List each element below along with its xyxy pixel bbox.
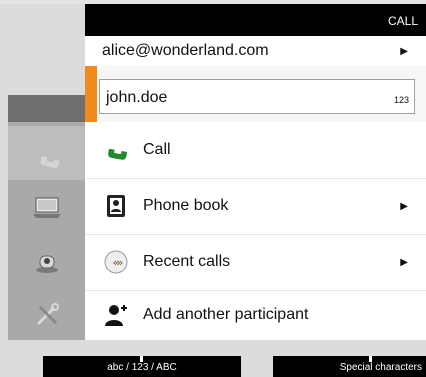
call-handset-icon [101, 135, 131, 165]
menu-item-recent-calls[interactable]: «» Recent calls ▶ [85, 234, 426, 290]
left-rail [8, 122, 85, 340]
menu-item-label: Add another participant [143, 306, 309, 323]
address-row[interactable]: alice@wonderland.com ▶ [85, 36, 426, 66]
recent-calls-icon: «» [101, 247, 131, 277]
softkey-special-characters[interactable]: Special characters [273, 356, 426, 377]
rail-item-settings[interactable] [8, 288, 85, 342]
softkey-input-mode[interactable]: abc / 123 / ABC [43, 356, 241, 377]
menu-item-label: Phone book [143, 197, 229, 214]
phone-book-icon [101, 191, 131, 221]
menu-item-label: Call [143, 141, 171, 158]
address-label: alice@wonderland.com [102, 42, 269, 59]
submenu-arrow-icon: ▶ [400, 256, 408, 268]
rail-item-camera[interactable] [8, 234, 85, 288]
title-bar: CALL [85, 4, 426, 36]
menu-item-phone-book[interactable]: Phone book ▶ [85, 178, 426, 234]
menu-item-label: Recent calls [143, 253, 231, 270]
softkey-label: Special characters [339, 362, 422, 373]
dial-input-value: john.doe [106, 89, 168, 106]
rail-item-presentation[interactable] [8, 180, 85, 234]
menu-item-add-participant[interactable]: Add another participant [85, 290, 426, 340]
panel-title: CALL [387, 14, 418, 28]
handset-icon [39, 156, 60, 169]
laptop-icon [32, 197, 61, 218]
dial-input[interactable]: john.doe 123 [99, 79, 415, 114]
svg-text:»: » [117, 256, 124, 269]
softkey-label: abc / 123 / ABC [107, 362, 177, 373]
add-participant-icon [101, 300, 131, 330]
rail-header [8, 95, 85, 122]
input-mode-indicator: 123 [393, 95, 409, 105]
submenu-arrow-icon: ▶ [400, 200, 408, 212]
camera-icon [35, 255, 58, 273]
tools-icon [36, 303, 59, 326]
rail-item-call[interactable] [8, 126, 85, 180]
submenu-arrow-icon: ▶ [400, 45, 408, 57]
menu-item-call[interactable]: Call [85, 122, 426, 178]
focus-indicator [85, 66, 97, 122]
